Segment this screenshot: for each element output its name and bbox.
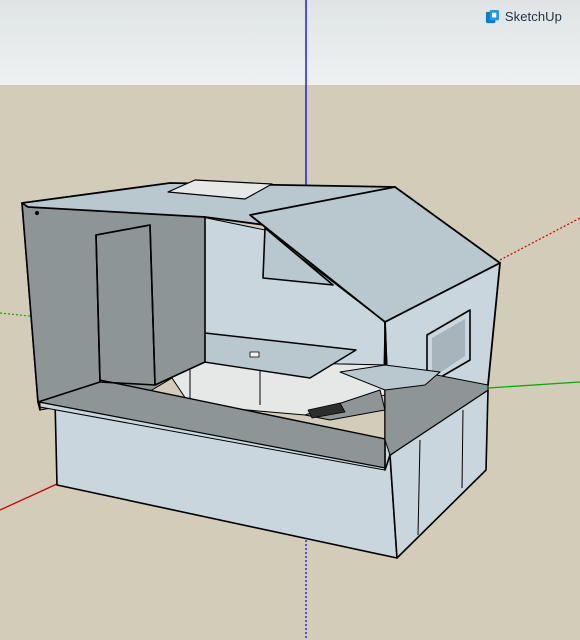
model-scene[interactable] [0,0,580,640]
green-axis [487,381,580,389]
sketchup-logo-icon [485,9,499,24]
wall-marker [35,211,39,215]
brand-label: SketchUp [504,9,562,24]
sketchup-brand: SketchUp [485,9,562,24]
modeling-viewport[interactable]: SketchUp [0,0,580,640]
red-axis-negative [499,217,580,261]
red-axis [0,483,58,511]
house-model[interactable] [21,179,501,559]
slab-hatch [249,351,260,358]
